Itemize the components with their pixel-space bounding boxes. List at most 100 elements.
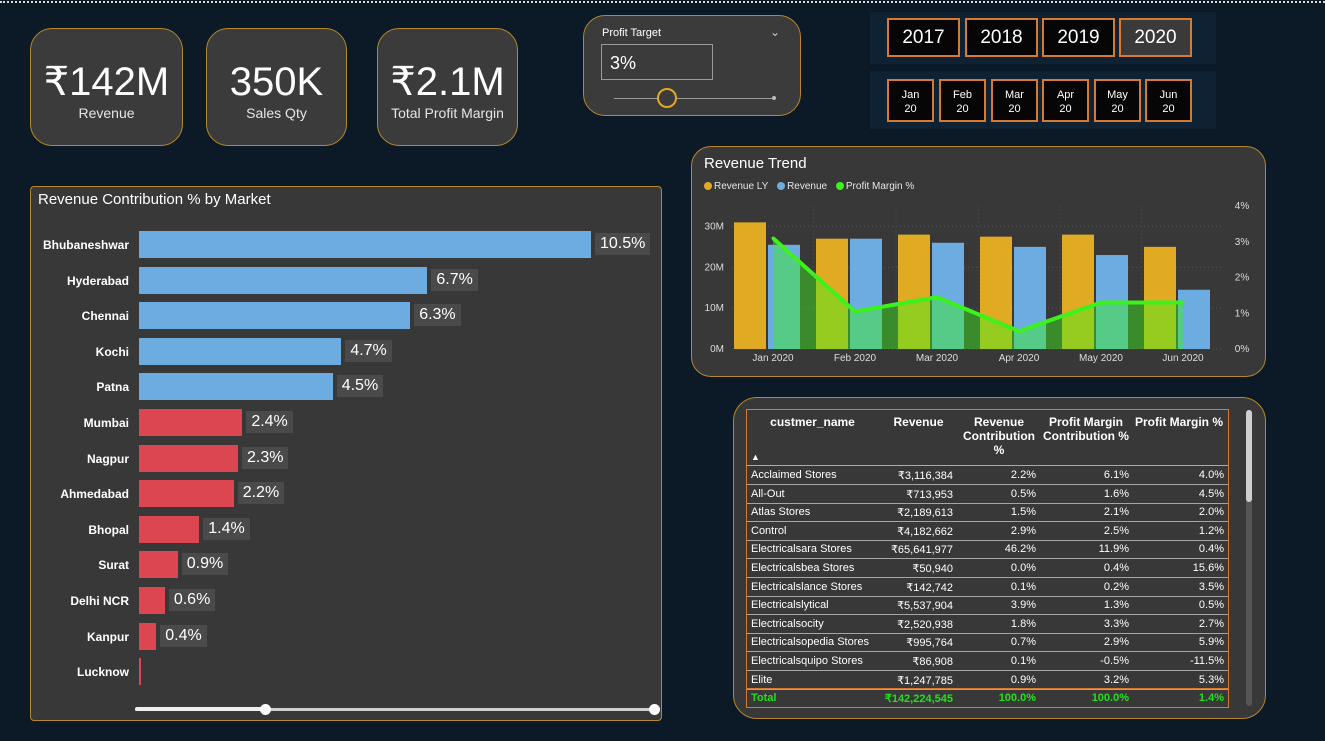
slider-thumb[interactable] <box>656 88 677 108</box>
kpi-profit-margin-card[interactable]: ₹2.1M Total Profit Margin <box>377 28 518 146</box>
x-tick-label: May 2020 <box>1079 353 1123 364</box>
bar[interactable] <box>139 622 157 650</box>
cell-revenue: ₹995,764 <box>906 637 953 650</box>
bar-category-label: Delhi NCR <box>70 594 129 608</box>
bar-value-label: 4.5% <box>336 375 384 398</box>
bar-category-label: Nagpur <box>87 451 129 466</box>
sort-asc-icon[interactable]: ▲ <box>751 452 760 462</box>
table-row[interactable]: Acclaimed Stores ₹3,116,384 2.2% 6.1% 4.0% <box>747 466 1228 485</box>
bar-value-label: 1.4% <box>203 517 250 540</box>
bar-category-label: Patna <box>96 380 129 395</box>
month-button-feb[interactable]: Feb 20 <box>939 79 986 122</box>
x-tick-label: Feb 2020 <box>834 353 877 364</box>
year-button-2019[interactable]: 2019 <box>1042 18 1115 57</box>
customer-table-panel: custmer_name ▲ Revenue Revenue Contribut… <box>733 397 1266 719</box>
cell-customer: Electricalsbea Stores <box>751 562 855 574</box>
cell-profit-margin-contribution: 3.3% <box>1103 617 1129 630</box>
month-button-jun[interactable]: Jun 20 <box>1145 79 1192 122</box>
chart-scrollbar-handle-start[interactable] <box>260 704 271 715</box>
bar-category-label: Kochi <box>95 344 129 359</box>
profit-margin-point <box>1181 301 1185 305</box>
cell-profit-margin-contribution: 2.5% <box>1103 524 1129 537</box>
slider-track[interactable] <box>614 98 774 99</box>
cell-profit-margin-contribution: 1.6% <box>1103 487 1129 500</box>
year-slicer: 2017 2018 2019 2020 <box>870 12 1216 64</box>
bar[interactable] <box>139 373 333 401</box>
table-row[interactable]: Electricalsopedia Stores ₹995,764 0.7% 2.9%… <box>747 633 1228 653</box>
revenue-trend-chart[interactable]: Revenue Trend Revenue LY Revenue Profit … <box>691 146 1266 377</box>
bar[interactable] <box>139 409 243 436</box>
table-row[interactable]: Electricalsquipo Stores ₹86,908 0.1% -0.5% -… <box>747 652 1228 671</box>
bar[interactable] <box>139 444 238 472</box>
bar-category-label: Kanpur <box>87 629 129 644</box>
bar[interactable] <box>139 658 142 686</box>
total-profit-margin: 1.4% <box>1198 692 1224 704</box>
month-button-may[interactable]: May 20 <box>1094 79 1141 122</box>
kpi-value: ₹142M <box>43 60 170 104</box>
bar-value-label: 2.3% <box>242 446 289 469</box>
cell-revenue: ₹142,742 <box>906 581 953 594</box>
table-row[interactable]: Elite ₹1,247,785 0.9% 3.2% 5.3% <box>747 671 1228 690</box>
month-year: 20 <box>1008 103 1021 115</box>
bar[interactable] <box>139 337 342 365</box>
cell-profit-margin-contribution: 1.3% <box>1103 599 1129 612</box>
table-row[interactable]: Electricalsocity ₹2,520,938 1.8% 3.3% 2.7% <box>747 615 1228 634</box>
table-row[interactable]: All-Out ₹713,953 0.5% 1.6% 4.5% <box>747 485 1228 504</box>
y-tick-label: 30M <box>705 221 724 232</box>
cell-profit-margin: 0.5% <box>1198 599 1224 612</box>
month-button-mar[interactable]: Mar 20 <box>991 79 1038 122</box>
table-row[interactable]: Electricalslance Stores ₹142,742 0.1% 0.2% 3… <box>747 578 1228 597</box>
slider-end-dot <box>772 96 776 100</box>
cell-revenue: ₹65,641,977 <box>890 544 953 557</box>
bar[interactable] <box>139 266 428 294</box>
year-button-2020[interactable]: 2020 <box>1119 18 1192 57</box>
bar[interactable] <box>139 551 178 579</box>
column-header-revenue[interactable]: Revenue <box>881 415 956 429</box>
column-header-customer[interactable]: custmer_name <box>755 415 870 429</box>
cell-profit-margin: 4.5% <box>1198 487 1224 500</box>
bar[interactable] <box>139 302 411 330</box>
table-row[interactable]: Atlas Stores ₹2,189,613 1.5% 2.1% 2.0% <box>747 503 1228 523</box>
bar[interactable] <box>139 231 591 258</box>
chart-title: Revenue Contribution % by Market <box>38 191 271 208</box>
chart-scrollbar-handle-end[interactable] <box>649 704 660 715</box>
revenue-contribution-chart[interactable]: Revenue Contribution % by Market Bhubane… <box>30 186 662 721</box>
year-button-2018[interactable]: 2018 <box>965 18 1038 57</box>
profit-target-slicer[interactable]: Profit Target ⌄ 3% <box>583 15 801 116</box>
month-button-apr[interactable]: Apr 20 <box>1042 79 1089 122</box>
chevron-down-icon[interactable]: ⌄ <box>770 25 780 39</box>
bar[interactable] <box>139 515 200 543</box>
cell-revenue-contribution: 2.2% <box>1010 469 1036 481</box>
bar-category-label: Bhubaneshwar <box>42 238 129 252</box>
column-header-revenue-contribution[interactable]: Revenue Contribution % <box>959 415 1039 457</box>
month-button-jan[interactable]: Jan 20 <box>887 79 934 122</box>
bar-category-label: Lucknow <box>76 665 129 680</box>
y-tick-label: 0M <box>710 344 724 355</box>
column-header-profit-margin-contribution[interactable]: Profit Margin Contribution % <box>1041 415 1131 443</box>
bar[interactable] <box>139 587 165 614</box>
column-header-profit-margin[interactable]: Profit Margin % <box>1133 415 1225 429</box>
cell-revenue: ₹5,537,904 <box>897 600 953 613</box>
chart-scrollbar-fill[interactable] <box>135 707 265 711</box>
cell-profit-margin: 5.3% <box>1198 673 1224 686</box>
kpi-sales-qty-card[interactable]: 350K Sales Qty <box>206 28 347 146</box>
month-name: May <box>1107 89 1128 101</box>
cell-profit-margin-contribution: 2.1% <box>1103 506 1129 519</box>
cell-profit-margin: 2.0% <box>1198 506 1224 519</box>
year-button-2017[interactable]: 2017 <box>887 18 960 57</box>
bar-value-label: 2.2% <box>237 482 285 505</box>
table-row[interactable]: Electricalsbea Stores ₹50,940 0.0% 0.4% 15.6… <box>747 559 1228 578</box>
bar[interactable] <box>139 480 234 508</box>
table-row[interactable]: Electricalsara Stores ₹65,641,977 46.2% 11.… <box>747 540 1228 560</box>
table-row[interactable]: Control ₹4,182,662 2.9% 2.5% 1.2% <box>747 522 1228 541</box>
bar-value-label: 0.4% <box>160 624 207 647</box>
month-name: Apr <box>1056 89 1075 101</box>
y2-tick-label: 4% <box>1235 201 1250 212</box>
profit-target-input[interactable]: 3% <box>601 44 713 80</box>
profit-margin-point <box>935 295 939 299</box>
cell-revenue-contribution: 3.9% <box>1010 599 1036 612</box>
kpi-revenue-card[interactable]: ₹142M Revenue <box>30 28 183 146</box>
table-row[interactable]: Electricalslytical ₹5,537,904 3.9% 1.3% 0.5% <box>747 596 1228 616</box>
table-scrollbar-thumb[interactable] <box>1246 410 1252 502</box>
y2-tick-label: 0% <box>1235 344 1250 355</box>
